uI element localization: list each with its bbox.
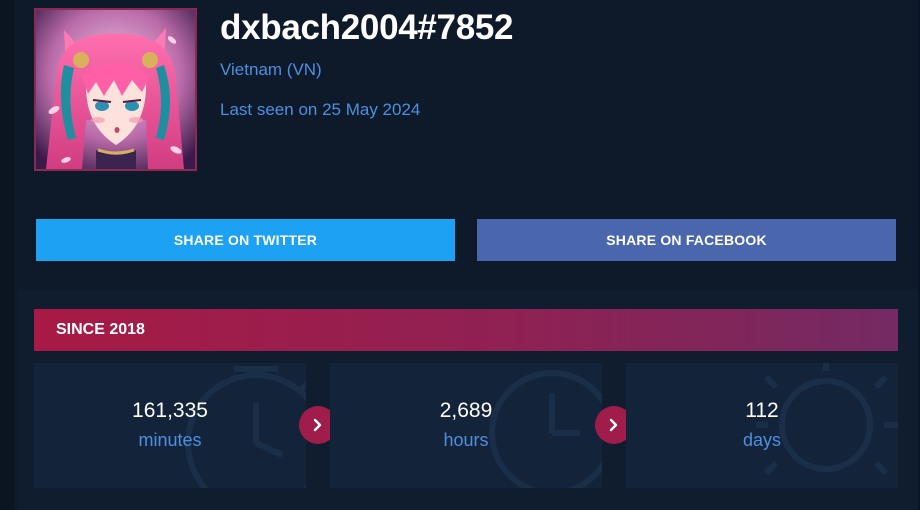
stat-card-minutes: 161,335 minutes: [34, 363, 306, 488]
clock-icon: [489, 370, 602, 488]
stopwatch-icon: [185, 366, 306, 488]
region-link[interactable]: Vietnam (VN): [220, 60, 322, 80]
share-facebook-button[interactable]: SHARE ON FACEBOOK: [477, 219, 896, 261]
sun-icon: [756, 363, 898, 476]
last-seen-text: Last seen on 25 May 2024: [220, 100, 421, 119]
stat-unit: days: [742, 430, 782, 450]
username: dxbach2004#7852: [220, 8, 514, 47]
stat-value: 161,335: [132, 399, 208, 422]
chevron-right-icon: [313, 418, 322, 432]
stat-value: 2,689: [439, 399, 493, 422]
avatar: [34, 8, 197, 171]
stat-card-days: 112 days: [626, 363, 898, 488]
since-label: SINCE 2018: [56, 321, 145, 338]
since-banner: SINCE 2018: [34, 309, 898, 351]
stat-value: 112: [745, 399, 779, 422]
share-twitter-button[interactable]: SHARE ON TWITTER: [36, 219, 455, 261]
stat-card-hours: 2,689 hours: [330, 363, 602, 488]
stat-unit: minutes: [138, 430, 202, 450]
chevron-right-icon: [609, 418, 618, 432]
champion-avatar-icon: [36, 10, 195, 169]
stat-unit: hours: [443, 430, 489, 450]
